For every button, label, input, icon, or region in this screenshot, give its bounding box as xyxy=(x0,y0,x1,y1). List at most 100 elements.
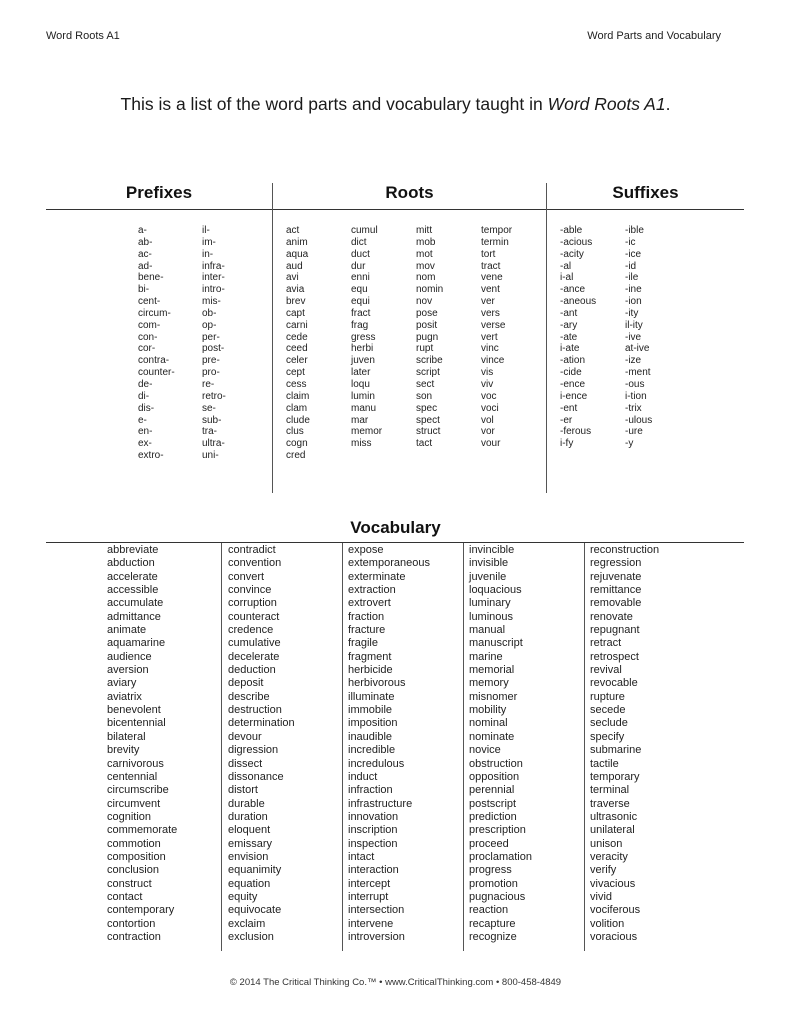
suffix-item: -ible xyxy=(625,225,644,236)
suffix-item: -al xyxy=(560,260,572,272)
vocabulary-word: commotion xyxy=(107,837,161,850)
root-item: vers xyxy=(481,307,500,319)
root-item: clude xyxy=(286,414,310,426)
root-item: ceed xyxy=(286,343,308,355)
vocabulary-word: progress xyxy=(469,864,512,877)
vocabulary-word: decelerate xyxy=(228,650,280,663)
word-parts-header-rule xyxy=(46,209,744,210)
roots-column-3: mitt mob mot mov nom nomin nov pose posit pugn rup… xyxy=(416,225,443,450)
root-item: verse xyxy=(481,319,506,331)
vocabulary-word: ultrasonic xyxy=(590,810,638,823)
root-item: vince xyxy=(481,355,505,367)
root-item: cred xyxy=(286,450,306,462)
prefix-item: ad- xyxy=(138,260,153,272)
vocabulary-word: specify xyxy=(590,730,625,743)
vocabulary-word: retrospect xyxy=(590,650,639,663)
root-item: script xyxy=(416,367,440,379)
root-item: nov xyxy=(416,296,433,308)
prefix-item: a- xyxy=(138,225,147,236)
root-item: carni xyxy=(286,319,308,331)
vocabulary-word: revocable xyxy=(590,677,638,690)
vocabulary-word: traverse xyxy=(590,797,630,810)
vocabulary-word: immobile xyxy=(348,704,393,717)
root-item: voc xyxy=(481,390,497,402)
vocabulary-word: remittance xyxy=(590,584,642,597)
root-item: equ xyxy=(351,284,368,296)
vocabulary-word: bilateral xyxy=(107,730,146,743)
prefix-item: in- xyxy=(202,248,214,260)
vocabulary-word: counteract xyxy=(228,610,280,623)
vocabulary-word: determination xyxy=(228,717,295,730)
suffix-item: -ulous xyxy=(625,414,653,426)
vocabulary-column-5: reconstruction regression rejuvenate remitt… xyxy=(590,544,659,944)
vocabulary-word: promotion xyxy=(469,877,518,890)
root-item: clus xyxy=(286,426,304,438)
root-item: ver xyxy=(481,296,495,308)
vocabulary-word: bicentennial xyxy=(107,717,166,730)
suffix-item: -ity xyxy=(625,307,639,319)
prefixes-column-2: il-im-in-infra-inter-intro-mis-ob-op-per… xyxy=(202,225,226,462)
suffix-item: -acious xyxy=(560,236,593,248)
vocabulary-word: seclude xyxy=(590,717,628,730)
vocabulary-word: vociferous xyxy=(590,904,641,917)
vocabulary-word: duration xyxy=(228,810,268,823)
root-item: capt xyxy=(286,307,305,319)
vocabulary-word: admittance xyxy=(107,610,161,623)
vocabulary-word: juvenile xyxy=(469,570,507,583)
root-item: mar xyxy=(351,414,369,426)
vocabulary-word: aviary xyxy=(107,677,137,690)
vocabulary-word: accumulate xyxy=(107,597,164,610)
vocabulary-word: memory xyxy=(469,677,509,690)
vocab-divider-4 xyxy=(584,543,585,951)
vocabulary-word: abduction xyxy=(107,557,155,570)
vocabulary-word: vivid xyxy=(590,890,613,903)
intro-sentence: This is a list of the word parts and voc… xyxy=(0,94,791,115)
suffix-item: -ic xyxy=(625,236,636,248)
root-item: scribe xyxy=(416,355,443,367)
root-item: sect xyxy=(416,378,435,390)
vocabulary-word: animate xyxy=(107,624,147,637)
vocabulary-word: envision xyxy=(228,850,269,863)
root-item: vene xyxy=(481,272,503,284)
vocabulary-word: renovate xyxy=(590,610,633,623)
vocabulary-word: temporary xyxy=(590,770,640,783)
vocabulary-word: verify xyxy=(590,864,617,877)
vocabulary-word: proceed xyxy=(469,837,509,850)
vocabulary-word: exterminate xyxy=(348,570,406,583)
running-header-section-title: Word Parts and Vocabulary xyxy=(587,30,721,42)
vocabulary-word: convince xyxy=(228,584,272,597)
vocabulary-word: illuminate xyxy=(348,690,395,703)
vocabulary-word: fraction xyxy=(348,610,385,623)
vocabulary-word: intervene xyxy=(348,917,394,930)
root-item: vis xyxy=(481,367,494,379)
prefix-item: im- xyxy=(202,236,216,248)
vocabulary-word: proclamation xyxy=(469,850,532,863)
prefix-item: e- xyxy=(138,414,147,426)
prefix-item: sub- xyxy=(202,414,222,426)
prefix-item: de- xyxy=(138,378,153,390)
intro-book-title: Word Roots A1 xyxy=(547,94,666,114)
suffix-item: -acity xyxy=(560,248,584,260)
root-item: tract xyxy=(481,260,501,272)
suffix-item: -cide xyxy=(560,367,582,379)
vocabulary-word: fragment xyxy=(348,650,392,663)
vocabulary-word: dissonance xyxy=(228,770,284,783)
vocabulary-word: destruction xyxy=(228,704,282,717)
vocabulary-word: devour xyxy=(228,730,262,743)
suffix-item: i-fy xyxy=(560,438,574,450)
vocabulary-word: accelerate xyxy=(107,570,158,583)
root-item: vinc xyxy=(481,343,499,355)
root-item: cess xyxy=(286,378,307,390)
vocabulary-word: unilateral xyxy=(590,824,635,837)
prefix-item: uni- xyxy=(202,450,219,462)
prefix-item: en- xyxy=(138,426,153,438)
root-item: aqua xyxy=(286,248,309,260)
prefix-item: mis- xyxy=(202,296,221,308)
prefix-item: ab- xyxy=(138,236,153,248)
root-item: pose xyxy=(416,307,438,319)
vocabulary-word: nominal xyxy=(469,717,508,730)
vocabulary-word: circumvent xyxy=(107,797,161,810)
vocabulary-word: reconstruction xyxy=(590,544,660,556)
suffix-item: -ile xyxy=(625,272,639,284)
vocabulary-word: postscript xyxy=(469,797,517,810)
